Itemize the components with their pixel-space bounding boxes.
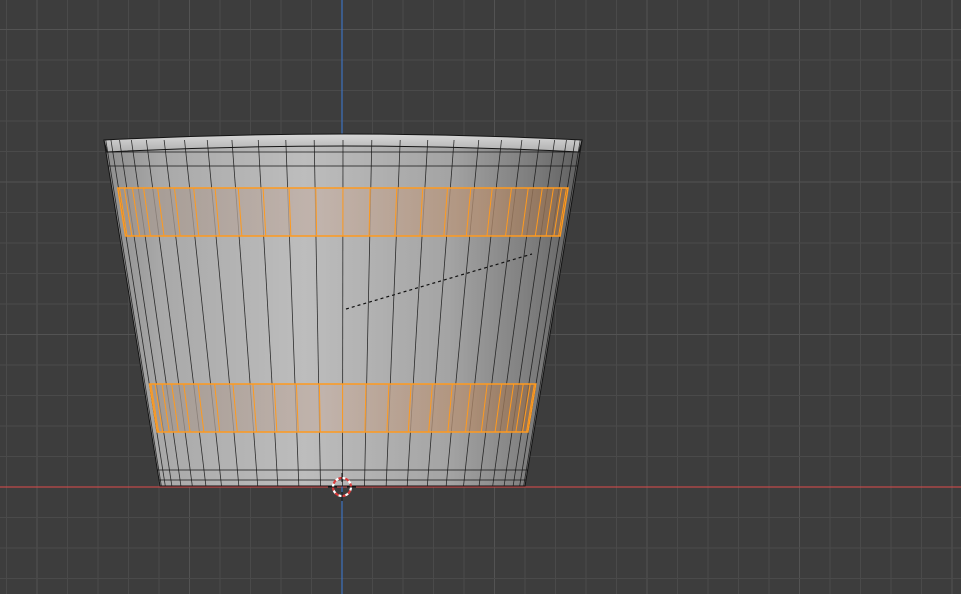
selected-face-loop-lower xyxy=(148,383,537,433)
viewport-canvas[interactable] xyxy=(0,0,961,594)
3d-viewport[interactable] xyxy=(0,0,961,594)
selected-face-loop-upper xyxy=(116,187,569,237)
bucket-mesh[interactable] xyxy=(103,133,583,487)
